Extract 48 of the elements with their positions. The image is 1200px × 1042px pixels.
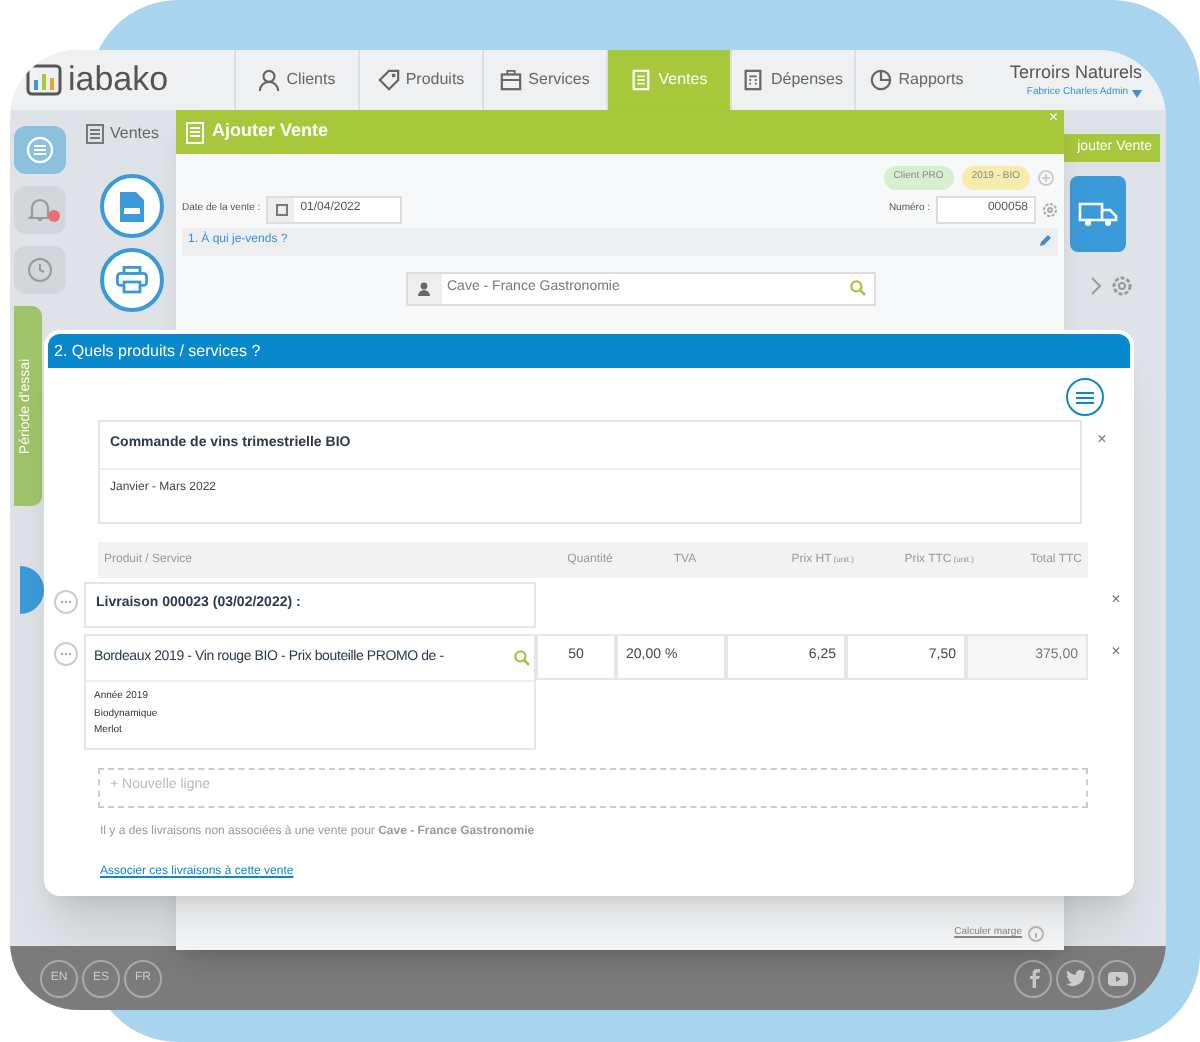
play-icon — [1107, 971, 1127, 985]
document-icon — [86, 124, 104, 144]
calculator-icon — [742, 68, 765, 92]
pencil-icon[interactable] — [1038, 234, 1052, 248]
logo-icon — [26, 64, 62, 96]
more-options-icon[interactable] — [54, 642, 78, 666]
truck-icon — [1078, 200, 1118, 228]
caret-icon — [1132, 89, 1142, 98]
menu-button[interactable] — [1066, 378, 1104, 416]
close-button[interactable]: × — [1090, 432, 1114, 448]
info-icon — [1028, 926, 1044, 942]
company-name: Terroirs Naturels — [1009, 59, 1142, 85]
clock-icon — [26, 256, 54, 284]
tag-icon — [377, 68, 400, 92]
facebook-button[interactable] — [1014, 959, 1052, 997]
briefcase-icon — [500, 68, 523, 92]
calendar-icon — [275, 203, 288, 215]
document-icon — [630, 68, 653, 92]
page-title: Ventes — [110, 122, 159, 146]
bird-icon — [1065, 970, 1085, 986]
settings-icon[interactable] — [1042, 201, 1058, 217]
facebook-icon — [1027, 968, 1039, 988]
chevron-right-icon[interactable] — [1090, 276, 1102, 296]
more-options-icon[interactable] — [54, 590, 78, 614]
document-icon — [186, 121, 204, 143]
logo-text: iabako — [68, 58, 169, 103]
printer-icon — [116, 266, 148, 294]
settings-icon[interactable] — [1110, 274, 1134, 298]
menu-button[interactable] — [14, 126, 66, 174]
delete-button[interactable]: × — [1104, 592, 1128, 608]
section-heading: 2. Quels produits / services ? — [54, 339, 261, 363]
pie-chart-icon — [870, 68, 893, 92]
notifications-button[interactable] — [14, 186, 66, 234]
bell-icon — [26, 196, 54, 224]
delivery-button[interactable] — [1070, 176, 1126, 252]
menu-icon — [1076, 391, 1094, 403]
delete-button[interactable]: × — [1104, 644, 1128, 660]
youtube-button[interactable] — [1098, 959, 1136, 997]
history-button[interactable] — [14, 246, 66, 294]
dialog-title: Ajouter Vente — [212, 118, 329, 145]
person-icon — [258, 68, 281, 92]
twitter-button[interactable] — [1056, 959, 1094, 997]
search-icon — [514, 650, 530, 666]
add-icon[interactable] — [1038, 169, 1054, 186]
person-icon — [418, 281, 430, 295]
menu-icon — [26, 136, 54, 164]
search-icon — [849, 280, 865, 296]
pdf-file-icon — [120, 191, 144, 221]
